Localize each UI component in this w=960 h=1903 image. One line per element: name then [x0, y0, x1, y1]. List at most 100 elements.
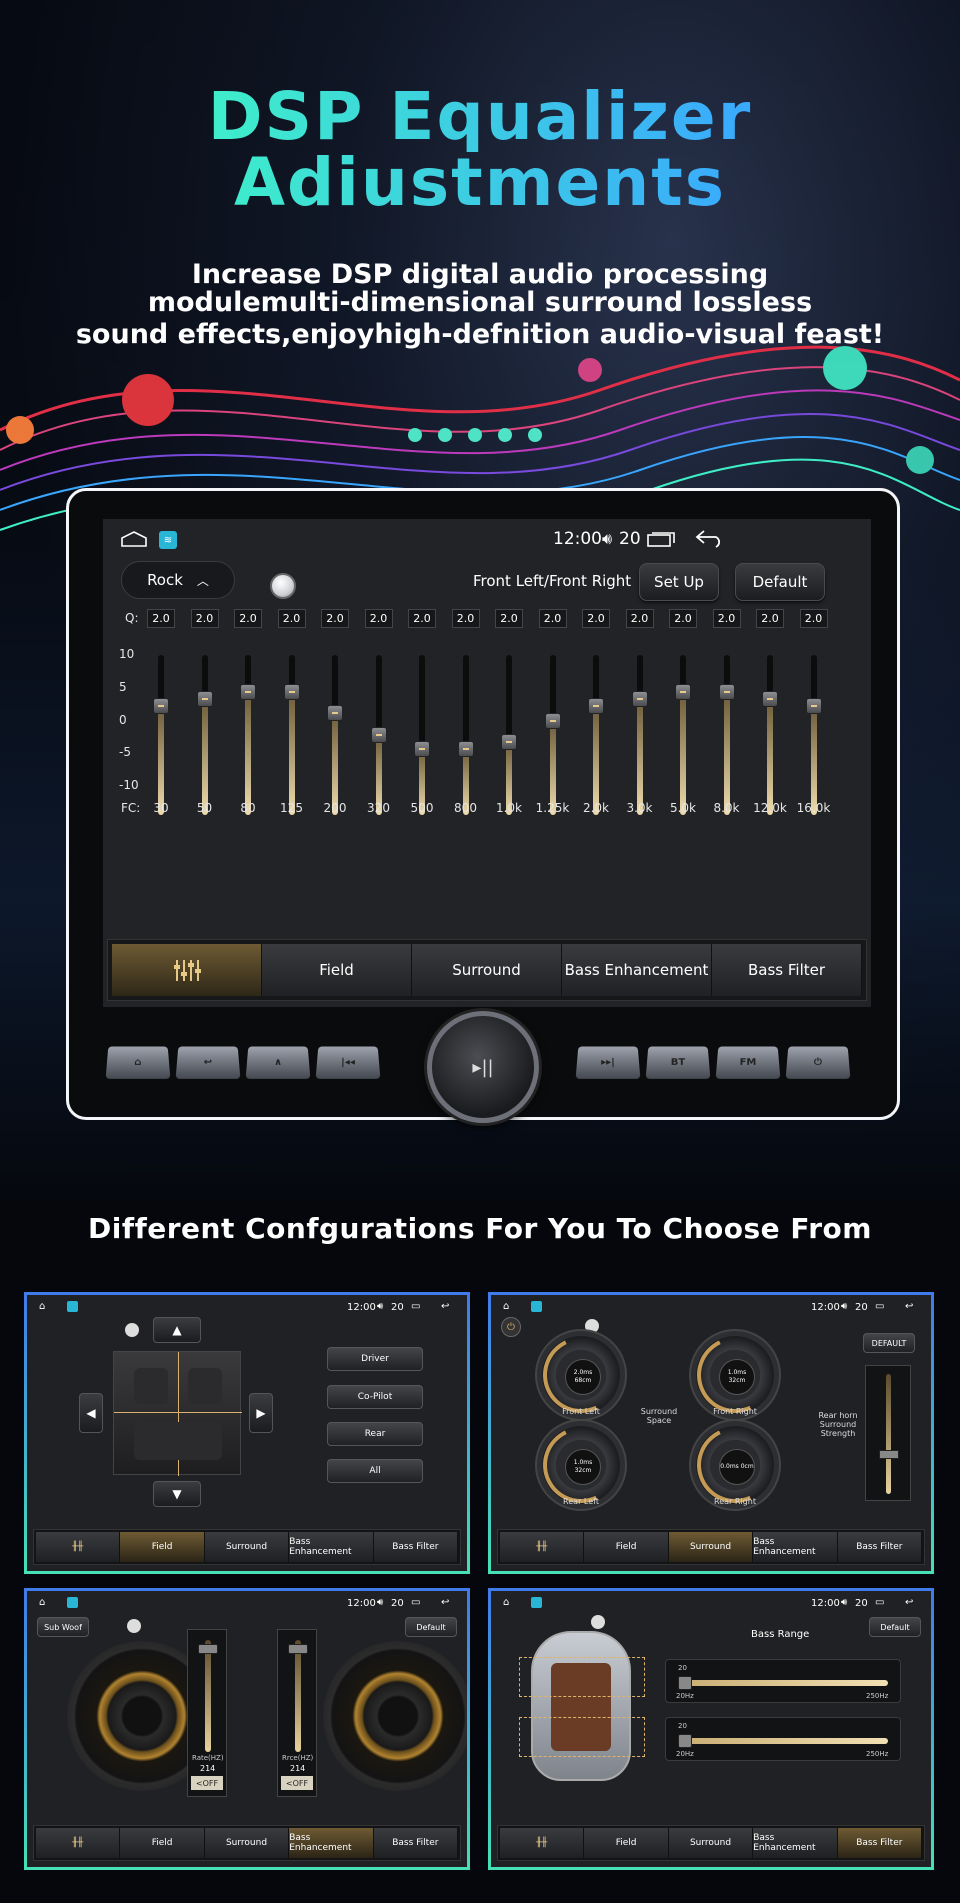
eq-band-slider[interactable]: [240, 655, 256, 815]
dsp-app-icon[interactable]: ≋: [159, 531, 177, 549]
eq-band-thumb[interactable]: [675, 683, 691, 700]
dsp-app-icon[interactable]: [531, 1301, 542, 1312]
tab-bass-filter[interactable]: Bass Filter: [373, 1828, 459, 1858]
tab-field[interactable]: Field: [120, 1828, 205, 1858]
default-button[interactable]: Default: [735, 563, 825, 601]
eq-band-thumb[interactable]: [805, 698, 822, 715]
hw-fm-button[interactable]: FM: [715, 1046, 781, 1079]
window-switch-icon[interactable]: ▭: [875, 1597, 884, 1608]
home-icon[interactable]: [119, 529, 149, 549]
q-value-box[interactable]: 2.0: [538, 609, 567, 628]
q-value-box[interactable]: 2.0: [669, 609, 697, 628]
tab-surround[interactable]: Surround: [204, 1828, 290, 1858]
tab-surround[interactable]: Surround: [204, 1532, 290, 1562]
tab-field[interactable]: Field: [584, 1828, 669, 1858]
eq-band-slider[interactable]: [762, 655, 778, 815]
dsp-app-icon[interactable]: [67, 1597, 78, 1608]
floating-assist-button[interactable]: [591, 1615, 605, 1629]
tab-equalizer[interactable]: ╫╫: [36, 1532, 121, 1562]
rear-button[interactable]: Rear: [327, 1422, 423, 1446]
eq-band-thumb[interactable]: [327, 705, 343, 722]
default-button[interactable]: DEFAULT: [863, 1333, 915, 1353]
tab-bass-enhancement[interactable]: Bass Enhancement: [753, 1532, 838, 1562]
dsp-app-icon[interactable]: [531, 1597, 542, 1608]
floating-assist-button[interactable]: [127, 1619, 141, 1633]
q-value-box[interactable]: 2.0: [451, 609, 480, 628]
eq-band-slider[interactable]: [153, 655, 169, 815]
eq-band-thumb[interactable]: [544, 712, 561, 729]
q-value-box[interactable]: 2.0: [625, 609, 654, 628]
window-switch-icon[interactable]: ▭: [411, 1301, 420, 1312]
hw-power-button[interactable]: ⏻: [785, 1046, 851, 1079]
dsp-app-icon[interactable]: [67, 1301, 78, 1312]
subwoof-button[interactable]: Sub Woof: [37, 1617, 89, 1637]
rear-strength-slider[interactable]: [865, 1365, 911, 1501]
driver-button[interactable]: Driver: [327, 1347, 423, 1371]
q-value-box[interactable]: 2.0: [234, 609, 262, 628]
eq-band-thumb[interactable]: [196, 691, 213, 707]
home-icon[interactable]: ⌂: [39, 1597, 45, 1608]
q-value-box[interactable]: 2.0: [321, 609, 349, 628]
tab-equalizer[interactable]: ╫╫: [500, 1532, 585, 1562]
back-icon[interactable]: ↩: [441, 1301, 449, 1312]
eq-band-slider[interactable]: [805, 655, 822, 815]
home-icon[interactable]: ⌂: [503, 1597, 509, 1608]
tab-bass-enhancement[interactable]: Bass Enhancement: [289, 1828, 374, 1858]
hw-up-button[interactable]: ∧: [245, 1046, 311, 1079]
play-pause-knob[interactable]: ▸||: [427, 1011, 539, 1123]
eq-band-slider[interactable]: [457, 655, 474, 815]
tab-surround[interactable]: Surround: [668, 1532, 754, 1562]
tab-surround[interactable]: Surround: [412, 944, 562, 996]
q-value-box[interactable]: 2.0: [582, 609, 610, 628]
eq-band-slider[interactable]: [675, 655, 691, 815]
bass-range-slider-2[interactable]: 20 20Hz 250Hz: [665, 1717, 901, 1761]
arrow-left-button[interactable]: ◀: [79, 1393, 103, 1433]
q-value-box[interactable]: 2.0: [277, 609, 306, 628]
tab-field[interactable]: Field: [120, 1532, 205, 1562]
tab-field[interactable]: Field: [262, 944, 412, 996]
eq-band-thumb[interactable]: [240, 683, 256, 700]
tab-bass-enhancement[interactable]: Bass Enhancement: [753, 1828, 838, 1858]
eq-band-slider[interactable]: [283, 655, 300, 815]
default-button[interactable]: Default: [405, 1617, 457, 1637]
eq-band-slider[interactable]: [544, 655, 561, 815]
tab-bass-enhancement[interactable]: Bass Enhancement: [562, 944, 712, 996]
eq-band-thumb[interactable]: [414, 741, 430, 758]
window-switch-icon[interactable]: ▭: [411, 1597, 420, 1608]
arrow-right-button[interactable]: ▶: [249, 1393, 273, 1433]
hw-next-button[interactable]: ▸▸|: [575, 1046, 641, 1079]
eq-band-thumb[interactable]: [718, 683, 735, 700]
home-icon[interactable]: ⌂: [503, 1301, 509, 1312]
default-button[interactable]: Default: [869, 1617, 921, 1637]
arrow-up-button[interactable]: ▲: [153, 1317, 201, 1343]
tab-bass-enhancement[interactable]: Bass Enhancement: [289, 1532, 374, 1562]
tab-equalizer[interactable]: ╫╫: [500, 1828, 585, 1858]
back-icon[interactable]: ↩: [905, 1597, 913, 1608]
hw-home-button[interactable]: ⌂: [105, 1046, 171, 1079]
rate-slider[interactable]: Rate(HZ) 214 <OFF: [187, 1629, 227, 1797]
back-icon[interactable]: [693, 527, 727, 549]
back-icon[interactable]: ↩: [441, 1597, 449, 1608]
all-button[interactable]: All: [327, 1459, 423, 1483]
eq-band-thumb[interactable]: [631, 691, 648, 707]
eq-band-thumb[interactable]: [370, 727, 387, 743]
eq-band-slider[interactable]: [718, 655, 735, 815]
car-seat-map[interactable]: [113, 1351, 242, 1476]
floating-assist-button[interactable]: [125, 1323, 139, 1337]
q-value-box[interactable]: 2.0: [799, 609, 828, 628]
eq-band-slider[interactable]: [327, 655, 343, 815]
q-value-box[interactable]: 2.0: [147, 609, 175, 628]
preset-select[interactable]: Rock ︿: [121, 561, 235, 599]
floating-assist-button[interactable]: [270, 573, 296, 599]
hw-prev-button[interactable]: |◂◂: [315, 1046, 381, 1079]
bass-range-slider-1[interactable]: 20 20Hz 250Hz: [665, 1659, 901, 1703]
hw-back-button[interactable]: ↩: [175, 1046, 241, 1079]
q-value-box[interactable]: 2.0: [190, 609, 219, 628]
tab-bass-filter[interactable]: Bass Filter: [373, 1532, 459, 1562]
back-icon[interactable]: ↩: [905, 1301, 913, 1312]
tab-bass-filter[interactable]: Bass Filter: [837, 1532, 923, 1562]
power-icon[interactable]: ⏻: [501, 1317, 521, 1337]
eq-band-thumb[interactable]: [283, 683, 300, 700]
toggle-off[interactable]: <OFF: [281, 1776, 313, 1790]
q-value-box[interactable]: 2.0: [495, 609, 523, 628]
